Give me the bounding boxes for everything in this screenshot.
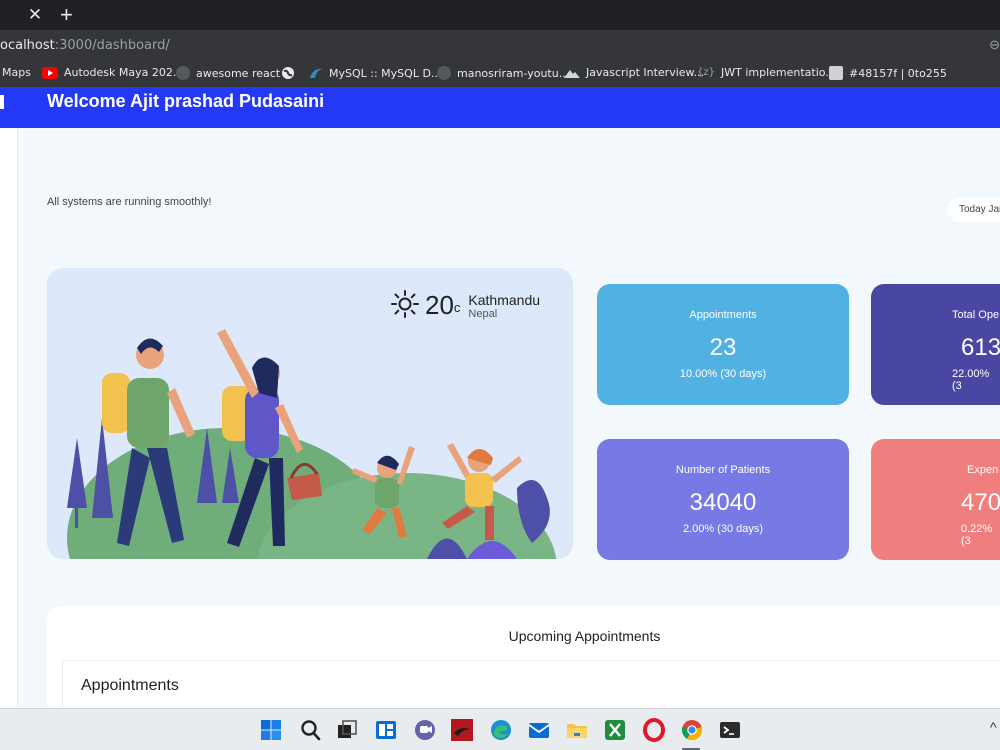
bookmark-autodesk-maya[interactable]: Autodesk Maya 202... bbox=[42, 66, 183, 79]
chrome-icon[interactable] bbox=[680, 718, 704, 742]
terminal-icon[interactable] bbox=[718, 718, 742, 742]
bookmark-manosriram[interactable]: manosriram-youtu... bbox=[437, 66, 569, 80]
stat-delta: 22.00% (3 bbox=[952, 368, 990, 392]
windows-start-icon[interactable] bbox=[259, 718, 283, 742]
stat-value: 34040 bbox=[689, 489, 757, 516]
app-red-icon[interactable] bbox=[450, 718, 474, 742]
appointments-heading: Appointments bbox=[81, 677, 179, 694]
city-name: Kathmandu bbox=[468, 292, 541, 308]
bookmark-awesome-react[interactable]: awesome react bbox=[176, 66, 280, 80]
bookmark-label: MySQL :: MySQL D... bbox=[329, 66, 442, 80]
weather-widget: 20c Kathmandu Nepal bbox=[391, 290, 540, 321]
xbox-icon[interactable] bbox=[603, 718, 627, 742]
menu-toggle-icon[interactable] bbox=[0, 95, 4, 109]
app-header: Welcome Ajit prashad Pudasaini bbox=[0, 88, 1000, 128]
url-path: :3000/dashboard/ bbox=[54, 38, 170, 53]
url-host: ocalhost bbox=[0, 38, 55, 53]
upcoming-appointments-panel: Upcoming Appointments Appointments bbox=[47, 606, 1000, 708]
widgets-icon[interactable] bbox=[374, 718, 398, 742]
stat-value: 470 bbox=[961, 489, 1000, 516]
address-bar[interactable]: ocalhost:3000/dashboard/ ⊖ bbox=[0, 30, 1000, 60]
stat-card-total-operations[interactable]: Total Ope 613 22.00% (3 bbox=[871, 284, 1000, 405]
bookmark-label: #48157f | 0to255 bbox=[849, 66, 947, 80]
swatch-icon bbox=[829, 66, 843, 80]
stat-value: 23 bbox=[709, 334, 737, 361]
stat-label: Total Ope bbox=[952, 309, 1000, 321]
search-icon[interactable] bbox=[298, 718, 322, 742]
location: Kathmandu Nepal bbox=[468, 290, 540, 321]
stat-label: Number of Patients bbox=[675, 464, 771, 476]
globe-icon bbox=[282, 67, 294, 79]
appointments-list: Appointments bbox=[62, 660, 1000, 708]
bookmark-maps[interactable]: Maps bbox=[2, 66, 31, 79]
task-view-icon[interactable] bbox=[335, 718, 359, 742]
panel-title: Upcoming Appointments bbox=[508, 628, 661, 644]
mysql-icon bbox=[310, 68, 322, 78]
country-name: Nepal bbox=[468, 308, 498, 320]
bookmark-globe[interactable] bbox=[281, 66, 295, 80]
bookmark-javascript-interview[interactable]: Javascript Interview... bbox=[564, 66, 704, 79]
stat-value: 613 bbox=[961, 334, 1000, 361]
status-message: All systems are running smoothly! bbox=[47, 196, 212, 208]
opera-icon[interactable] bbox=[642, 718, 666, 742]
stat-label: Expen bbox=[967, 464, 999, 476]
bookmark-mysql[interactable]: MySQL :: MySQL D... bbox=[309, 66, 441, 80]
temperature-value: 20c bbox=[425, 290, 460, 320]
youtube-icon bbox=[42, 66, 58, 79]
url-text[interactable]: ocalhost:3000/dashboard/ bbox=[0, 38, 170, 53]
stat-card-number-of-patients[interactable]: Number of Patients 34040 2.00% (30 days) bbox=[597, 439, 849, 560]
bookmark-label: Maps bbox=[2, 66, 31, 79]
mail-icon[interactable] bbox=[527, 718, 551, 742]
browser-tab-strip: ✕ + bbox=[0, 0, 1000, 30]
tab-close-button[interactable]: ✕ bbox=[26, 5, 44, 25]
weather-illustration-card: 20c Kathmandu Nepal bbox=[47, 268, 573, 559]
bookmark-label: manosriram-youtu... bbox=[457, 66, 570, 80]
chevron-up-icon[interactable]: ^ bbox=[990, 719, 997, 735]
date-pill[interactable]: Today Jan bbox=[948, 198, 1000, 222]
stat-delta: 2.00% (30 days) bbox=[682, 523, 764, 535]
bookmark-label: JWT implementatio... bbox=[720, 66, 836, 79]
bookmark-jwt[interactable]: {z} JWT implementatio... bbox=[697, 66, 836, 79]
windows-taskbar: ^ bbox=[0, 708, 1000, 750]
braces-icon: {z} bbox=[697, 67, 715, 78]
temperature-unit: c bbox=[453, 300, 461, 315]
zoom-icon[interactable]: ⊖ bbox=[989, 37, 1000, 53]
bookmarks-bar: Maps Autodesk Maya 202... awesome react … bbox=[0, 60, 1000, 88]
welcome-title: Welcome Ajit prashad Pudasaini bbox=[47, 91, 325, 111]
edge-icon[interactable] bbox=[489, 718, 513, 742]
new-tab-button[interactable]: + bbox=[60, 2, 73, 28]
dashboard-content: All systems are running smoothly! Today … bbox=[0, 128, 1000, 708]
file-explorer-icon[interactable] bbox=[565, 718, 589, 742]
bookmark-label: Javascript Interview... bbox=[586, 66, 705, 79]
teams-chat-icon[interactable] bbox=[413, 718, 437, 742]
bookmark-0to255[interactable]: #48157f | 0to255 bbox=[829, 66, 947, 80]
bookmark-label: awesome react bbox=[196, 66, 281, 80]
stat-card-appointments[interactable]: Appointments 23 10.00% (30 days) bbox=[597, 284, 849, 405]
stat-label: Appointments bbox=[689, 309, 757, 321]
github-icon bbox=[176, 66, 190, 80]
sidebar bbox=[0, 128, 18, 708]
bookmark-label: Autodesk Maya 202... bbox=[64, 66, 184, 79]
stat-delta: 10.00% (30 days) bbox=[679, 368, 767, 380]
sun-icon bbox=[391, 290, 419, 318]
mountain-icon bbox=[564, 69, 580, 78]
stat-card-expenses[interactable]: Expen 470 0.22% (3 bbox=[871, 439, 1000, 560]
stat-delta: 0.22% (3 bbox=[961, 523, 993, 547]
github-icon bbox=[437, 66, 451, 80]
temperature-number: 20 bbox=[425, 290, 454, 320]
